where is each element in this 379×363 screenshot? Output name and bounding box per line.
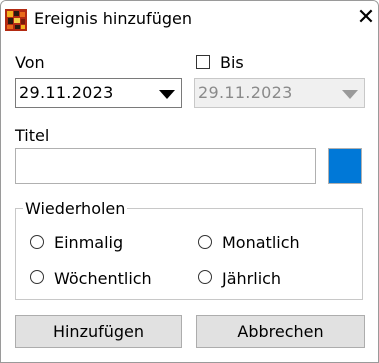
window-title: Ereignis hinzufügen [34,9,192,28]
radio-once[interactable] [30,235,44,249]
to-label: Bis [220,53,244,72]
radio-monthly[interactable] [198,235,212,249]
close-icon[interactable]: ✕ [356,7,376,29]
to-date-checkbox[interactable] [196,55,210,69]
radio-weekly-label[interactable]: Wöchentlich [54,270,152,288]
radio-yearly[interactable] [198,270,212,284]
radio-monthly-label[interactable]: Monatlich [222,234,300,252]
add-event-dialog: Ereignis hinzufügen ✕ Von 29.11.2023 Bis… [0,0,379,363]
from-date-select[interactable]: 29.11.2023 [15,78,182,108]
chevron-down-icon [159,90,175,99]
repeat-legend: Wiederholen [23,199,128,218]
title-input[interactable] [15,148,316,184]
to-date-value: 29.11.2023 [198,83,293,102]
from-label: Von [15,53,45,72]
app-icon [5,9,27,31]
dialog-content: Von 29.11.2023 Bis 29.11.2023 Titel Wied… [1,38,378,362]
chevron-down-icon [342,90,358,99]
to-date-select[interactable]: 29.11.2023 [194,78,365,108]
radio-yearly-label[interactable]: Jährlich [222,270,281,288]
radio-once-label[interactable]: Einmalig [54,234,123,252]
radio-weekly[interactable] [30,270,44,284]
from-date-value: 29.11.2023 [19,83,114,102]
title-label: Titel [15,126,50,145]
cancel-button[interactable]: Abbrechen [196,315,365,348]
color-picker-button[interactable] [328,148,362,184]
title-bar[interactable]: Ereignis hinzufügen ✕ [1,1,378,38]
add-button[interactable]: Hinzufügen [15,315,182,348]
